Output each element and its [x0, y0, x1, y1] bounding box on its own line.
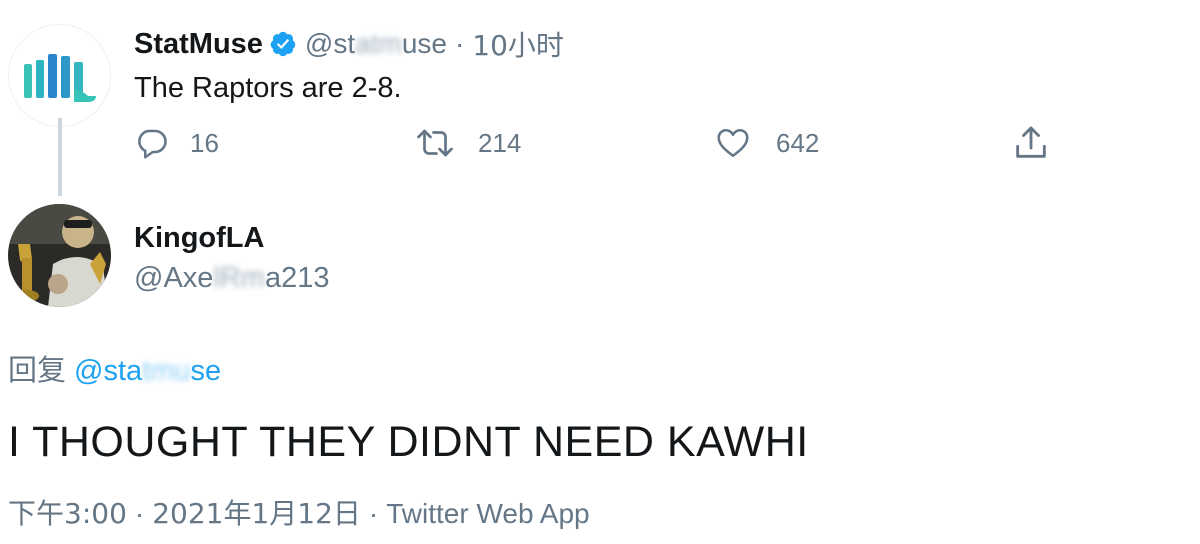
reply-icon	[138, 129, 167, 159]
share-button[interactable]	[1010, 122, 1052, 164]
tweet-source-link[interactable]: Twitter Web App	[386, 498, 589, 529]
thread-connector-line	[58, 118, 62, 196]
replying-to-mention-link[interactable]: @statmuse	[74, 355, 221, 387]
reply-button[interactable]: 16	[134, 122, 219, 164]
header-separator: ·	[454, 28, 465, 59]
tweet-date[interactable]: 2021年1月12日	[152, 497, 361, 530]
user-avatar-photo	[8, 204, 111, 307]
meta-separator-1: ·	[134, 498, 145, 529]
parent-tweet-text: The Raptors are 2-8.	[134, 72, 402, 104]
tweet-meta-line: 下午3:00 · 2021年1月12日 · Twitter Web App	[8, 492, 590, 532]
verified-badge-icon	[270, 31, 296, 57]
statmuse-avatar[interactable]	[8, 24, 111, 127]
retweet-button[interactable]: 214	[414, 122, 521, 164]
reply-count: 16	[190, 127, 219, 158]
parent-handle[interactable]: @statmuse	[305, 28, 447, 60]
parent-tweet-header: StatMuse @statmuse · 10小时	[134, 24, 564, 64]
parent-display-name[interactable]: StatMuse	[134, 28, 263, 61]
share-icon	[1016, 126, 1046, 158]
heart-icon	[717, 128, 749, 158]
parent-timestamp[interactable]: 10小时	[472, 24, 564, 64]
meta-separator-2: ·	[368, 498, 379, 529]
tweet-time[interactable]: 下午3:00	[8, 497, 127, 530]
like-button[interactable]: 642	[714, 122, 819, 164]
like-count: 642	[776, 127, 820, 158]
retweet-count: 214	[478, 127, 522, 158]
statmuse-logo-icon	[23, 53, 96, 102]
retweet-icon	[417, 129, 453, 157]
reply-handle[interactable]: @AxelRma213	[134, 262, 329, 295]
reply-display-name[interactable]: KingofLA	[134, 222, 264, 255]
kingofla-avatar[interactable]	[8, 204, 111, 307]
replying-to-line: 回复 @statmuse	[8, 347, 221, 389]
replying-to-label: 回复	[8, 353, 67, 387]
reply-tweet-text: I THOUGHT THEY DIDNT NEED KAWHI	[8, 418, 809, 466]
